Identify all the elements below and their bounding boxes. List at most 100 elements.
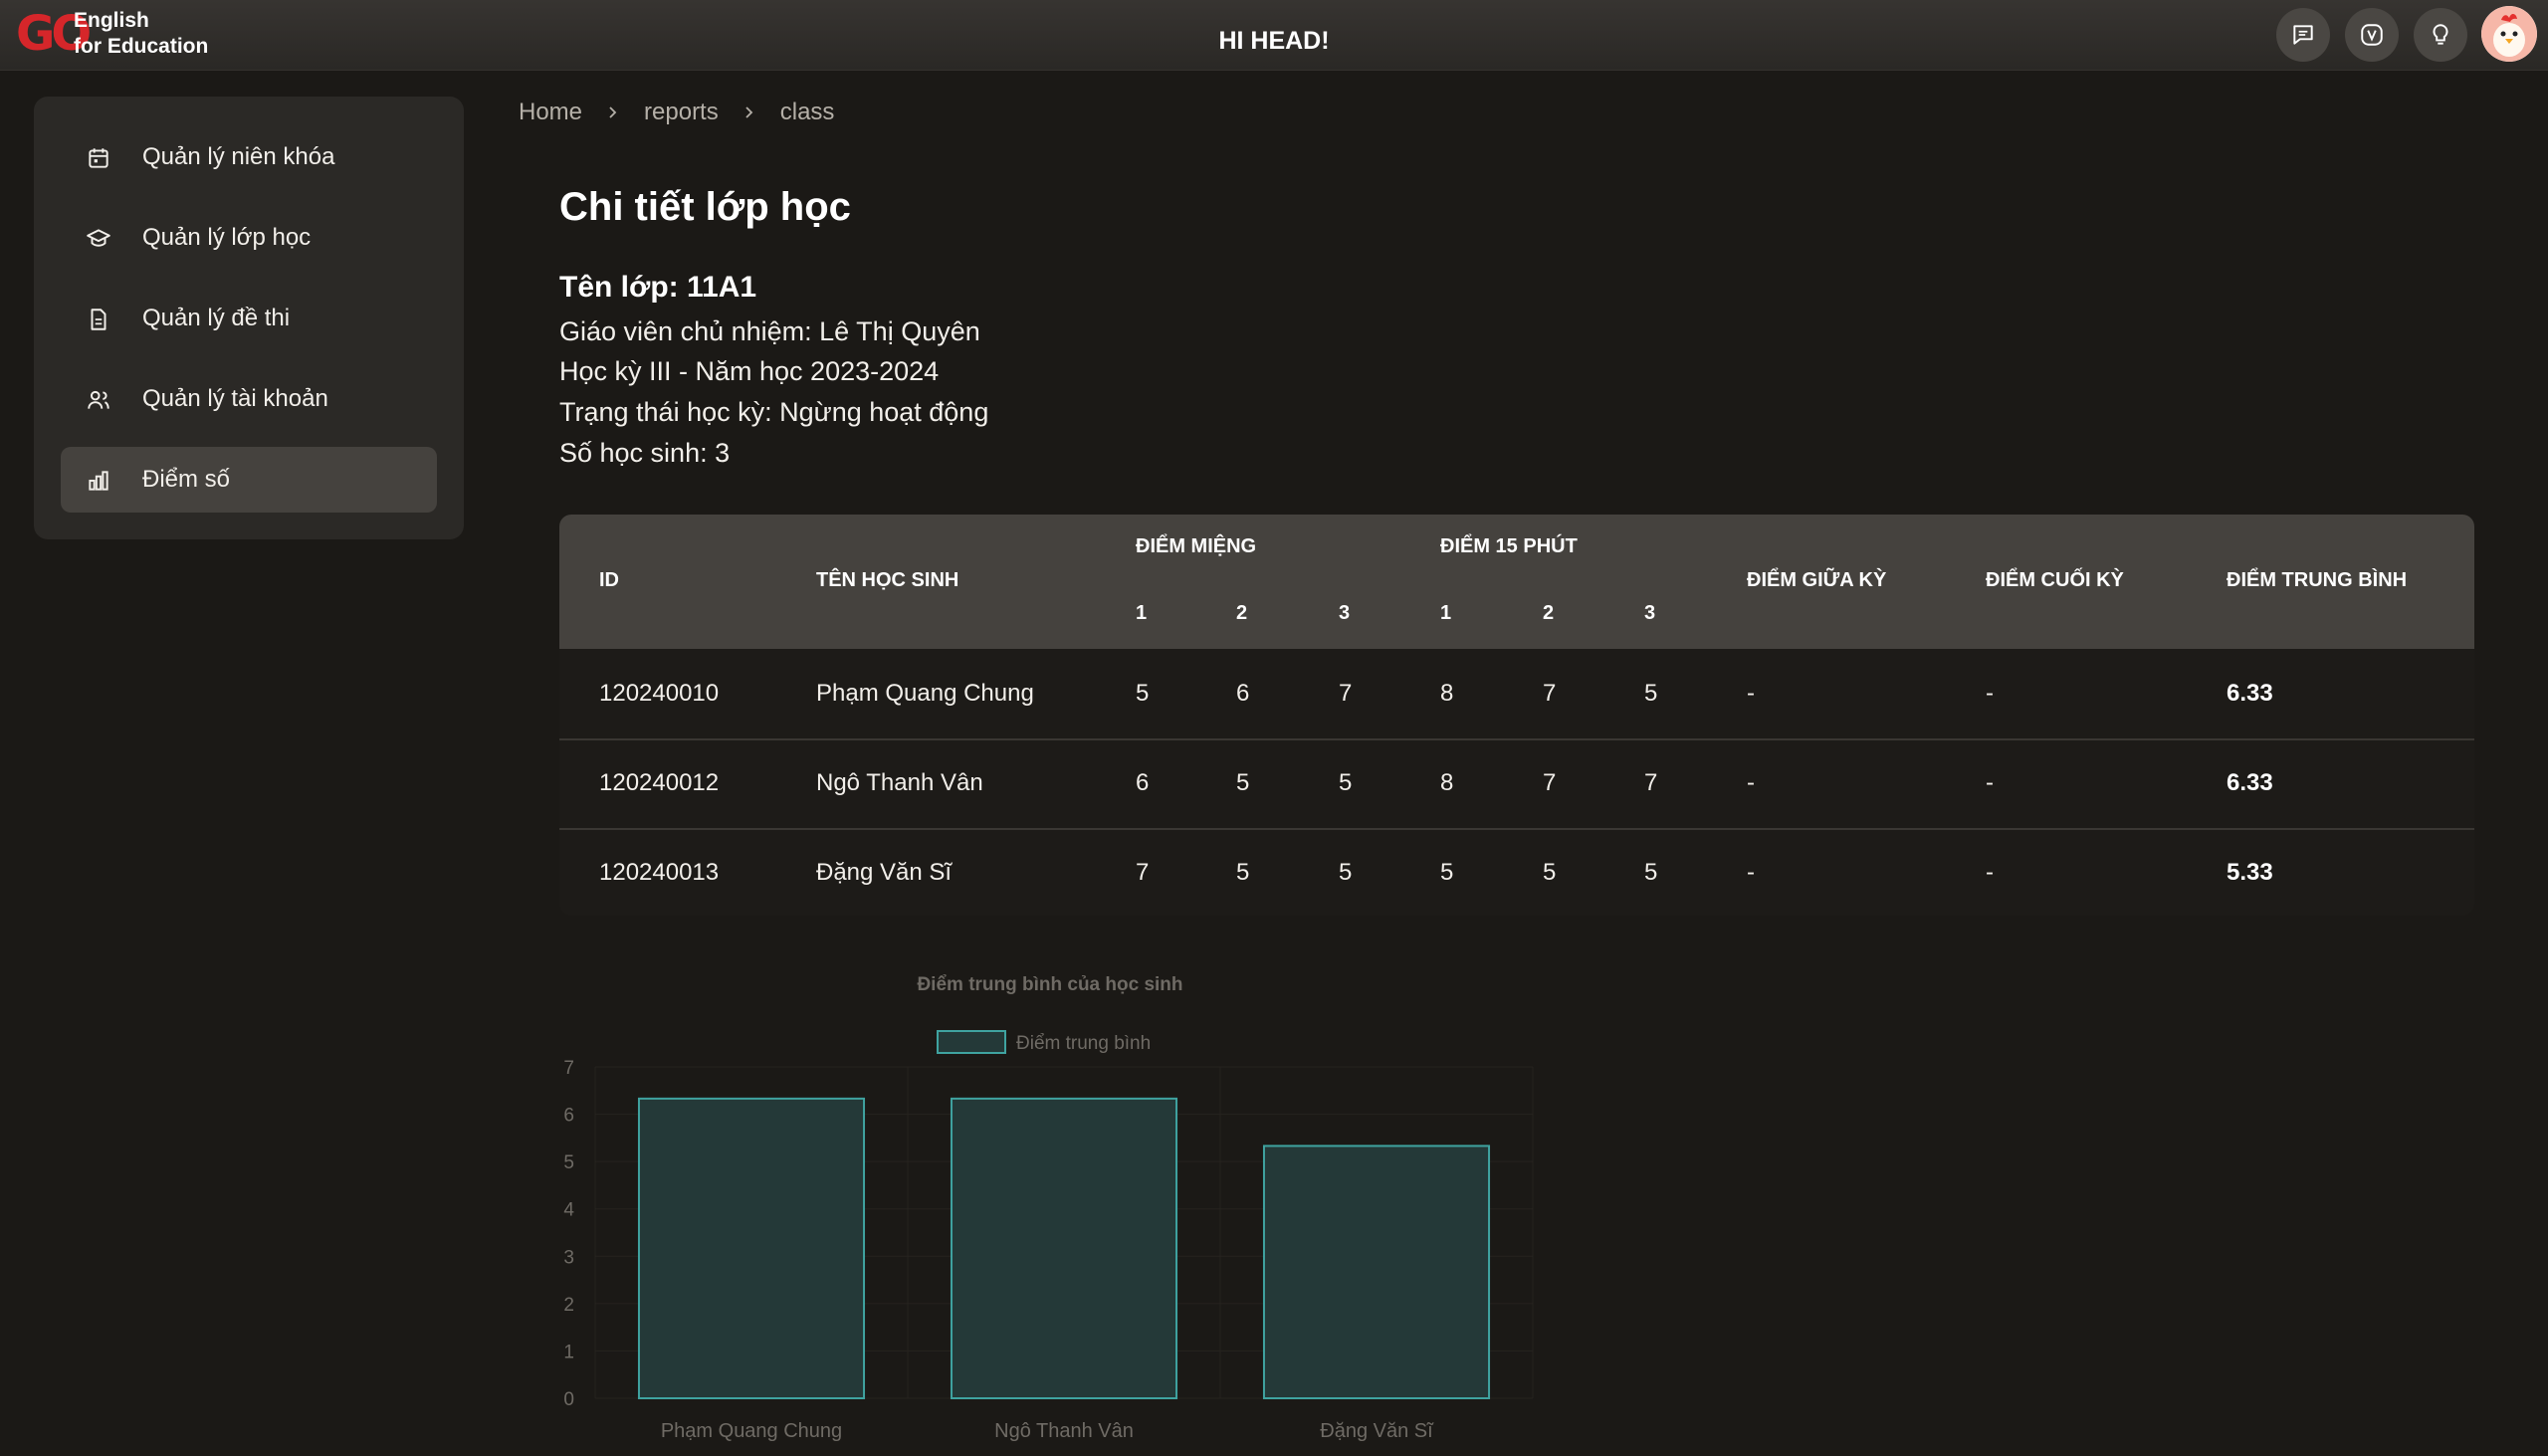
col-subheader: 3 [1644,602,1656,624]
users-icon [88,390,109,409]
sidebar-item-scores[interactable]: Điểm số [61,447,437,513]
cell-id: 120240010 [599,680,720,707]
legend-label: Điểm trung bình [1016,1033,1151,1054]
cell-name: Ngô Thanh Vân [816,769,983,796]
cell-average: 5.33 [2227,859,2273,886]
term-status: Trạng thái học kỳ: Ngừng hoạt động [559,397,989,427]
col-header-average: ĐIỂM TRUNG BÌNH [2227,569,2408,591]
cell-oral-2: 5 [1236,769,1250,796]
cell-final: - [1986,859,1994,886]
homeroom-teacher: Giáo viên chủ nhiệm: Lê Thị Quyên [559,316,980,346]
table-row[interactable]: 120240013 Đặng Văn Sĩ 7 5 5 5 5 5 - - 5.… [559,828,2474,916]
v-badge-button[interactable] [2345,8,2399,62]
cell-quiz-3: 5 [1644,859,1658,886]
average-score-chart: Điểm trung bình của học sinh Điểm trung b… [563,974,1534,1442]
cell-average: 6.33 [2227,680,2273,707]
lightbulb-button[interactable] [2414,8,2467,62]
cell-midterm: - [1747,680,1755,707]
logo-text: English for Education [74,8,208,60]
sidebar-item-label: Điểm số [142,466,231,493]
col-header-id: ID [599,569,619,591]
sidebar-item-exams[interactable]: Quản lý đề thi [61,286,437,351]
breadcrumb: Home reports class [519,96,834,129]
y-tick-label: 0 [563,1389,574,1410]
sidebar-item-classes[interactable]: Quản lý lớp học [61,205,437,271]
cell-oral-3: 7 [1339,680,1353,707]
lightbulb-icon [2433,24,2448,45]
y-tick-label: 1 [563,1342,574,1362]
cell-oral-3: 5 [1339,859,1353,886]
col-header-final: ĐIỂM CUỐI KỲ [1986,569,2124,591]
col-header-oral: ĐIỂM MIỆNG [1136,535,1257,557]
y-tick-label: 5 [563,1152,574,1173]
col-subheader: 1 [1440,602,1452,624]
col-header-quiz15: ĐIỂM 15 PHÚT [1440,535,1578,557]
col-subheader: 3 [1339,602,1351,624]
cell-id: 120240013 [599,859,720,886]
chevron-right-icon [743,105,756,119]
chat-icon [2293,25,2313,45]
chevron-right-icon [606,105,620,119]
table-header: ID TÊN HỌC SINH ĐIỂM MIỆNG ĐIỂM 15 PHÚT … [559,515,2474,649]
cell-quiz-1: 8 [1440,680,1454,707]
top-header: GO English for Education HI HEAD! [0,0,2548,71]
col-header-name: TÊN HỌC SINH [816,569,959,591]
document-icon [91,309,106,330]
calendar-icon [89,148,108,168]
chart-title: Điểm trung bình của học sinh [917,974,1182,995]
sidebar-item-school-years[interactable]: Quản lý niên khóa [61,124,437,190]
cell-oral-1: 7 [1136,859,1150,886]
y-tick-label: 7 [563,1058,574,1079]
sidebar-item-label: Quản lý niên khóa [142,143,335,170]
cell-oral-2: 6 [1236,680,1250,707]
y-tick-label: 2 [563,1295,574,1316]
student-count: Số học sinh: 3 [559,438,731,468]
table-row[interactable]: 120240010 Phạm Quang Chung 5 6 7 8 7 5 -… [559,649,2474,740]
cell-name: Đặng Văn Sĩ [816,859,953,886]
chat-button[interactable] [2276,8,2330,62]
chicken-avatar-icon [2481,6,2537,62]
logo-mark: GO [16,6,92,62]
greeting: HI HEAD! [1218,27,1330,55]
cell-quiz-3: 7 [1644,769,1658,796]
graduation-cap-icon [87,229,110,247]
cell-oral-2: 5 [1236,859,1250,886]
sidebar: Quản lý niên khóa Quản lý lớp học Quản l… [34,97,464,539]
scores-table: ID TÊN HỌC SINH ĐIỂM MIỆNG ĐIỂM 15 PHÚT … [559,515,2474,916]
legend-swatch [937,1030,1006,1054]
cell-final: - [1986,769,1994,796]
cell-id: 120240012 [599,769,720,796]
sidebar-item-label: Quản lý đề thi [142,305,291,331]
breadcrumb-reports[interactable]: reports [644,99,719,126]
y-tick-label: 6 [563,1106,574,1127]
y-tick-label: 4 [563,1200,574,1221]
breadcrumb-class[interactable]: class [780,99,835,126]
sidebar-item-accounts[interactable]: Quản lý tài khoản [61,366,437,432]
cell-name: Phạm Quang Chung [816,680,1034,707]
logo-line-1: English [74,9,149,32]
table-row[interactable]: 120240012 Ngô Thanh Vân 6 5 5 8 7 7 - - … [559,738,2474,830]
logo-line-2: for Education [74,35,209,58]
brand-logo[interactable]: GO English for Education [16,8,208,60]
x-tick-label: Phạm Quang Chung [661,1420,842,1442]
cell-quiz-2: 5 [1543,859,1557,886]
bar [950,1097,1178,1399]
v-badge-icon [2361,24,2383,46]
bar-chart-icon [89,471,108,491]
col-subheader: 1 [1136,602,1148,624]
col-subheader: 2 [1543,602,1555,624]
cell-oral-3: 5 [1339,769,1353,796]
bar [1262,1144,1491,1399]
breadcrumb-home[interactable]: Home [519,99,582,126]
avatar[interactable] [2481,6,2537,62]
cell-midterm: - [1747,859,1755,886]
cell-oral-1: 6 [1136,769,1150,796]
cell-final: - [1986,680,1994,707]
x-tick-label: Ngô Thanh Vân [994,1420,1134,1442]
cell-midterm: - [1747,769,1755,796]
cell-quiz-3: 5 [1644,680,1658,707]
bar [637,1097,866,1399]
y-tick-label: 3 [563,1247,574,1268]
col-header-midterm: ĐIỂM GIỮA KỲ [1747,569,1887,591]
term-info: Học kỳ III - Năm học 2023-2024 [559,356,940,386]
